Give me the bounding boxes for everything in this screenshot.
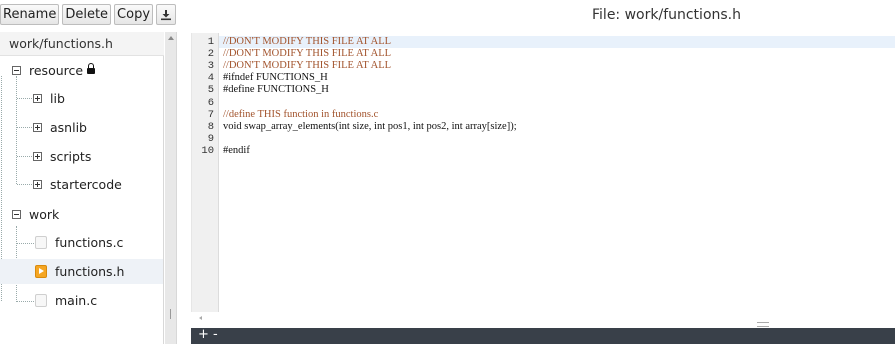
tree-path-header: work/functions.h [0, 32, 164, 56]
line-number: 8 [207, 120, 214, 133]
lock-icon [87, 63, 96, 74]
console-bar: + - [191, 328, 895, 344]
tree-folder-asnlib[interactable]: asnlib [33, 116, 87, 138]
collapse-icon[interactable] [12, 209, 21, 219]
line-number: 7 [207, 108, 214, 121]
download-button[interactable] [156, 4, 177, 25]
active-file-icon [35, 264, 47, 278]
code-line[interactable]: #endif [223, 145, 250, 156]
line-number: 6 [207, 96, 214, 109]
folder-label-lib: lib [50, 90, 65, 106]
code-line[interactable]: #define FUNCTIONS_H [223, 84, 329, 95]
tree-file-main-c[interactable]: main.c [35, 289, 97, 311]
line-number: 3 [207, 60, 214, 73]
folder-label-startercode: startercode [50, 176, 122, 192]
tree-folder-resource[interactable]: resource [12, 59, 96, 81]
code-line[interactable]: //DON'T MODIFY THIS FILE AT ALL [223, 48, 391, 59]
code-line[interactable]: void swap_array_elements(int size, int p… [223, 121, 517, 132]
code-line[interactable]: //DON'T MODIFY THIS FILE AT ALL [223, 60, 391, 71]
folder-label-asnlib: asnlib [50, 119, 87, 135]
folder-label-resource: resource [29, 62, 84, 78]
collapse-icon[interactable] [12, 65, 21, 75]
copy-button[interactable]: Copy [114, 4, 154, 25]
code-editor[interactable]: 1 2 3 4 5 6 7 8 9 10 //DON'T MODIFY THIS FILE AT … [191, 33, 895, 312]
folder-label-scripts: scripts [50, 148, 92, 164]
tree-folder-lib[interactable]: lib [33, 87, 65, 109]
rename-button[interactable]: Rename [0, 4, 60, 25]
code-area[interactable]: //DON'T MODIFY THIS FILE AT ALL//DON'T M… [219, 33, 895, 312]
expand-icon[interactable] [33, 179, 42, 189]
panel-splitter[interactable] [165, 32, 177, 344]
tree-folder-work[interactable]: work [12, 203, 59, 225]
line-number: 1 [207, 36, 214, 48]
folder-label-work: work [29, 206, 60, 222]
code-line[interactable]: //define THIS function in functions.c [223, 109, 378, 120]
line-number-gutter: 1 2 3 4 5 6 7 8 9 10 [192, 33, 219, 312]
tree-file-functions-c[interactable]: functions.c [35, 231, 123, 253]
console-expand-button[interactable]: + [198, 328, 209, 344]
tree-folder-scripts[interactable]: scripts [33, 145, 91, 167]
delete-button[interactable]: Delete [62, 4, 112, 25]
collapse-up-icon[interactable] [168, 36, 174, 40]
tree-folder-startercode[interactable]: startercode [33, 173, 122, 195]
download-icon [161, 9, 172, 20]
file-tree: work/functions.h resource lib asnlib scr… [0, 32, 164, 344]
code-line[interactable]: #ifndef FUNCTIONS_H [223, 72, 328, 83]
expand-icon[interactable] [33, 151, 42, 161]
file-label-functions-c: functions.c [55, 234, 124, 250]
tree-file-functions-h[interactable]: functions.h [35, 260, 124, 282]
line-number: 5 [207, 84, 214, 97]
expand-icon[interactable] [33, 93, 42, 103]
toolbar: Rename Delete Copy [0, 4, 177, 26]
splitter-grip[interactable] [170, 309, 171, 319]
file-label-functions-h: functions.h [55, 263, 125, 279]
expand-icon[interactable] [33, 122, 42, 132]
scroll-left-icon[interactable] [199, 316, 202, 320]
code-line[interactable]: //DON'T MODIFY THIS FILE AT ALL [223, 36, 391, 47]
line-number: 9 [207, 132, 214, 145]
file-title: File: work/functions.h [592, 7, 741, 23]
line-number: 10 [201, 144, 214, 157]
file-label-main-c: main.c [55, 292, 98, 308]
line-number: 2 [207, 48, 214, 61]
file-icon [35, 293, 47, 307]
resize-grip[interactable] [757, 322, 769, 327]
line-number: 4 [207, 72, 214, 85]
file-icon [35, 235, 47, 249]
console-collapse-button[interactable]: - [213, 328, 218, 344]
